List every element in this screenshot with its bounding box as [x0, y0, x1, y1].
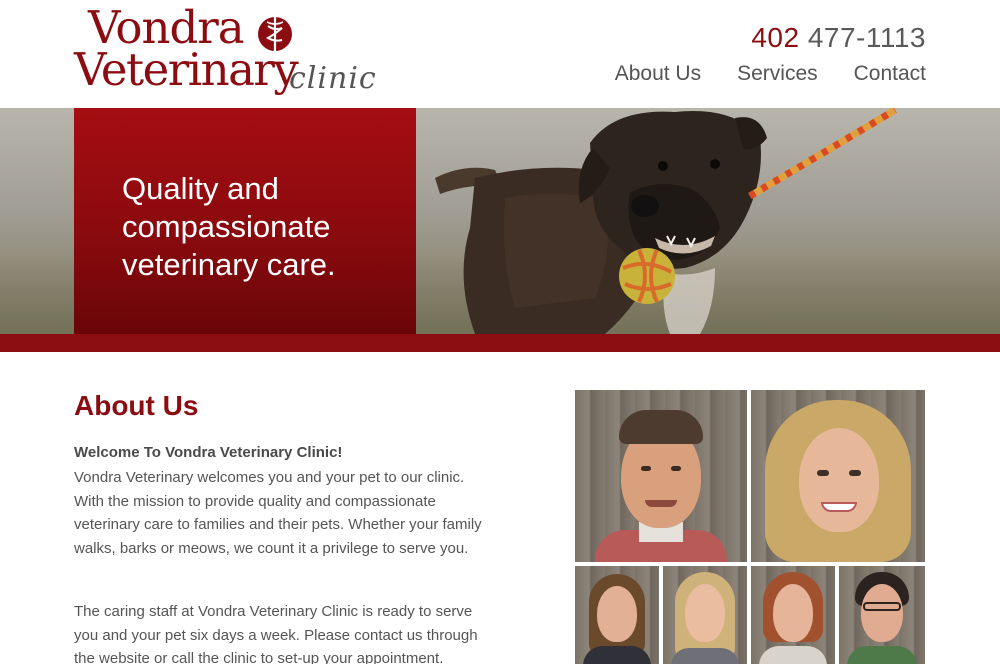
boxer-dog-image [435, 108, 897, 334]
clinic-logo[interactable]: Vondra Veterinary clinic [74, 4, 384, 104]
staff-photo [751, 390, 925, 562]
staff-photo [751, 566, 835, 664]
nav-link-services[interactable]: Services [737, 62, 818, 86]
phone-local-number: 477-1113 [807, 22, 926, 53]
about-us-heading: About Us [74, 390, 199, 421]
logo-word-veterinary: Veterinary [74, 43, 299, 96]
about-paragraph-1: Vondra Veterinary welcomes you and your … [74, 469, 482, 557]
hero-tagline: Quality and compassionate veterinary car… [122, 171, 336, 282]
staff-photo [663, 566, 747, 664]
logo-word-clinic: clinic [289, 61, 377, 96]
phone-number[interactable]: 402 477-1113 [751, 22, 926, 54]
hero-bottom-band [0, 334, 1000, 352]
welcome-heading: Welcome To Vondra Veterinary Clinic! [74, 444, 343, 461]
nav-link-about-us[interactable]: About Us [615, 62, 701, 86]
about-paragraph-2: The caring staff at Vondra Veterinary Cl… [74, 603, 478, 664]
nav-link-contact[interactable]: Contact [854, 62, 926, 86]
staff-photo [575, 566, 659, 664]
hero-tagline-panel: Quality and compassionate veterinary car… [74, 108, 416, 334]
site-header: Vondra Veterinary clinic 402 477-1113 Ab… [0, 0, 1000, 108]
main-nav: About Us Services Contact [615, 62, 926, 86]
staff-photo [575, 390, 747, 562]
phone-area-code: 402 [751, 22, 800, 53]
staff-photo-grid [575, 390, 925, 664]
staff-photo [839, 566, 925, 664]
